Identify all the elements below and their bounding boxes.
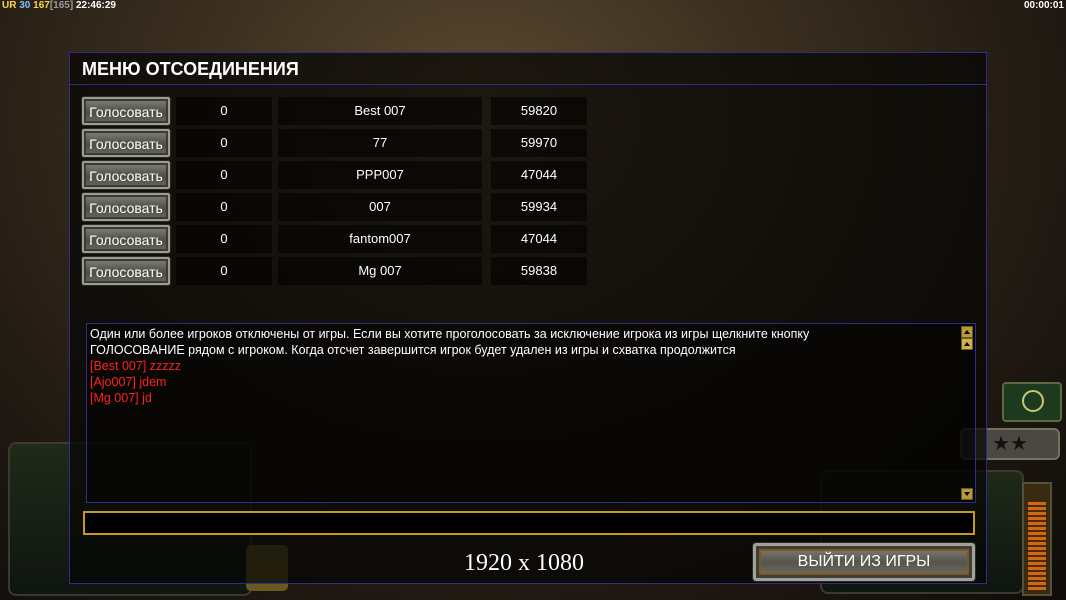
player-id: 47044: [491, 161, 587, 189]
vote-button[interactable]: Голосовать: [81, 128, 171, 158]
hud-value-c: [165]: [49, 0, 74, 11]
player-vote-count: 0: [176, 193, 272, 221]
player-vote-count: 0: [176, 129, 272, 157]
vote-button[interactable]: Голосовать: [81, 192, 171, 222]
scroll-up-icon[interactable]: [961, 338, 973, 350]
player-name: 007: [278, 193, 482, 221]
scroll-top-icon[interactable]: [961, 326, 973, 338]
player-vote-count: 0: [176, 225, 272, 253]
hud-clock: 22:46:29: [75, 0, 116, 11]
player-id: 59934: [491, 193, 587, 221]
player-id: 59838: [491, 257, 587, 285]
hud-stats: UR 30 167[165] 22:46:29: [2, 0, 116, 11]
radar-icon: [1002, 382, 1062, 422]
chat-line: [Mg 007] jd: [90, 391, 152, 405]
dialog-title: МЕНЮ ОТСОЕДИНЕНИЯ: [70, 53, 986, 85]
player-name: 77: [278, 129, 482, 157]
disconnect-menu-dialog: МЕНЮ ОТСОЕДИНЕНИЯ Голосовать 0 Best 007 …: [69, 52, 987, 584]
player-name: Mg 007: [278, 257, 482, 285]
exit-game-button[interactable]: ВЫЙТИ ИЗ ИГРЫ: [752, 542, 976, 582]
player-id: 59820: [491, 97, 587, 125]
vote-button[interactable]: Голосовать: [81, 224, 171, 254]
resolution-caption: 1920 x 1080: [464, 550, 584, 576]
player-name: Best 007: [278, 97, 482, 125]
message-log[interactable]: Один или более игроков отключены от игры…: [86, 323, 976, 503]
hud-value-b: 167: [33, 0, 50, 11]
player-vote-count: 0: [176, 257, 272, 285]
scroll-down-icon[interactable]: [961, 488, 973, 500]
vote-button[interactable]: Голосовать: [81, 96, 171, 126]
system-message-line: ГОЛОСОВАНИЕ рядом с игроком. Когда отсче…: [90, 343, 736, 357]
hud-ur: UR: [2, 0, 17, 11]
player-name: fantom007: [278, 225, 482, 253]
player-id: 59970: [491, 129, 587, 157]
message-scrollbar[interactable]: [961, 324, 973, 502]
vote-button[interactable]: Голосовать: [81, 256, 171, 286]
vote-button[interactable]: Голосовать: [81, 160, 171, 190]
power-gauge: [1022, 482, 1052, 596]
chat-input[interactable]: [83, 511, 975, 535]
player-vote-count: 0: [176, 161, 272, 189]
chat-line: [Best 007] zzzzz: [90, 359, 182, 373]
hud-value-a: 30: [19, 0, 31, 11]
player-id: 47044: [491, 225, 587, 253]
message-text: Один или более игроков отключены от игры…: [90, 326, 951, 406]
player-name: PPP007: [278, 161, 482, 189]
chat-line: [Ajo007] jdem: [90, 375, 167, 389]
player-vote-count: 0: [176, 97, 272, 125]
hud-timer: 00:00:01: [1023, 0, 1064, 11]
system-message-line: Один или более игроков отключены от игры…: [90, 327, 810, 341]
